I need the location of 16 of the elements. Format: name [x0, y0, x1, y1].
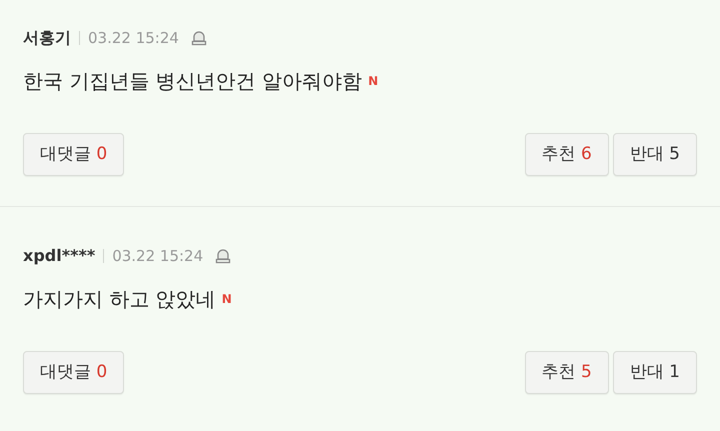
comment-time: 03.22 15:24 — [112, 246, 204, 267]
recommend-button[interactable]: 추천 5 — [524, 351, 609, 394]
author-name: 서홍기 — [23, 27, 71, 49]
recommend-button[interactable]: 추천 6 — [524, 133, 609, 176]
reply-button[interactable]: 대댓글 0 — [23, 133, 124, 176]
comment-text: 한국 기집년들 병신년안건 알아줘야함 — [23, 68, 362, 95]
oppose-button[interactable]: 반대 1 — [612, 351, 697, 394]
oppose-button[interactable]: 반대 5 — [612, 133, 697, 176]
reply-button[interactable]: 대댓글 0 — [23, 351, 124, 394]
comment-time: 03.22 15:24 — [88, 28, 179, 49]
author-name: xpdl**** — [23, 245, 96, 267]
siren-icon[interactable] — [190, 30, 207, 46]
comment-text: 가지가지 하고 앉았네 — [23, 286, 216, 313]
siren-icon[interactable] — [215, 248, 232, 264]
new-mark: N — [368, 73, 378, 90]
new-mark: N — [222, 291, 232, 308]
